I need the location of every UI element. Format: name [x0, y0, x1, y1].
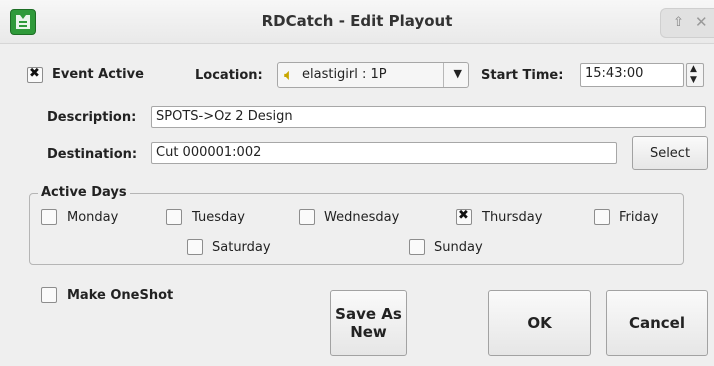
event-active-checkbox[interactable]: [27, 66, 43, 83]
destination-label: Destination:: [47, 147, 138, 162]
make-oneshot-label: Make OneShot: [67, 288, 174, 303]
save-as-new-line1: Save As: [335, 305, 402, 323]
maximize-icon[interactable]: ⇧: [673, 15, 684, 30]
saturday-checkbox[interactable]: [187, 239, 203, 255]
ok-button[interactable]: OK: [488, 290, 591, 356]
arrow-down-icon[interactable]: ▼: [690, 75, 697, 85]
destination-input[interactable]: Cut 000001:002: [151, 142, 617, 164]
close-icon[interactable]: ✕: [695, 13, 708, 31]
monday-label: Monday: [67, 210, 119, 225]
sunday-checkbox[interactable]: [409, 239, 425, 255]
tuesday-label: Tuesday: [192, 210, 245, 225]
description-label: Description:: [47, 110, 137, 125]
location-label: Location:: [195, 68, 263, 83]
make-oneshot-checkbox[interactable]: [41, 287, 57, 303]
active-days-group: [29, 193, 684, 265]
thursday-checkbox[interactable]: [456, 208, 472, 225]
start-time-stepper[interactable]: ▲ ▼: [686, 63, 704, 87]
combo-divider: [443, 63, 444, 87]
speaker-icon: 🔈︎: [284, 65, 294, 84]
save-as-new-button[interactable]: Save As New: [330, 290, 407, 356]
location-value: elastigirl : 1P: [302, 67, 387, 82]
wednesday-checkbox[interactable]: [299, 209, 315, 225]
save-as-new-line2: New: [350, 323, 387, 341]
edit-playout-window: RDCatch - Edit Playout ⇧ ✕ Event Active …: [0, 0, 714, 366]
friday-label: Friday: [619, 210, 659, 225]
chevron-down-icon[interactable]: ▼: [454, 67, 462, 80]
window-title: RDCatch - Edit Playout: [261, 12, 453, 30]
event-active-label: Event Active: [52, 67, 144, 82]
cancel-button[interactable]: Cancel: [606, 290, 708, 356]
thursday-label: Thursday: [482, 210, 543, 225]
tuesday-checkbox[interactable]: [166, 209, 182, 225]
start-time-input[interactable]: 15:43:00: [580, 63, 684, 87]
titlebar-buttons: ⇧ ✕: [660, 8, 714, 38]
start-time-label: Start Time:: [481, 68, 564, 83]
select-button[interactable]: Select: [632, 136, 708, 170]
arrow-up-icon[interactable]: ▲: [690, 64, 697, 74]
wednesday-label: Wednesday: [324, 210, 400, 225]
friday-checkbox[interactable]: [594, 209, 610, 225]
sunday-label: Sunday: [434, 240, 483, 255]
monday-checkbox[interactable]: [41, 209, 57, 225]
description-input[interactable]: SPOTS->Oz 2 Design: [151, 106, 706, 128]
start-time-spinbox[interactable]: 15:43:00 ▲ ▼: [580, 63, 706, 87]
saturday-label: Saturday: [212, 240, 271, 255]
location-select[interactable]: 🔈︎ elastigirl : 1P ▼: [277, 62, 469, 88]
active-days-title: Active Days: [38, 185, 130, 200]
title-bar[interactable]: RDCatch - Edit Playout ⇧ ✕: [0, 0, 714, 44]
